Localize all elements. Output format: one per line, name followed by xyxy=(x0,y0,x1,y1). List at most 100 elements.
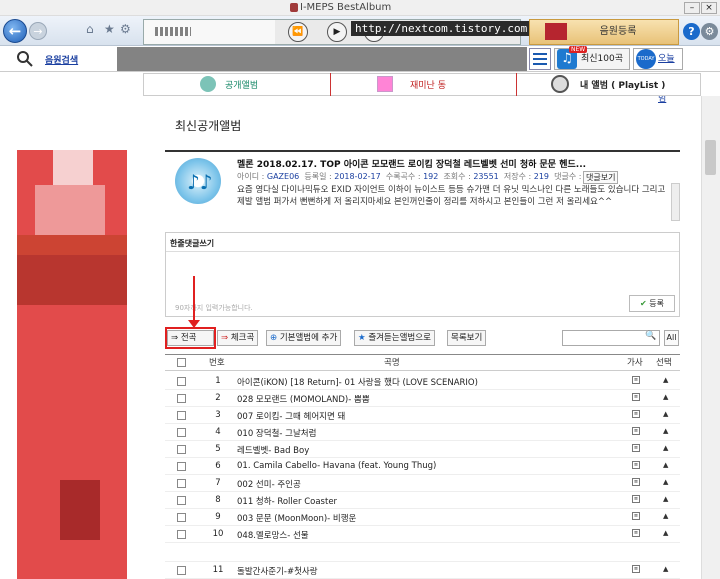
gear-icon[interactable]: ⚙ xyxy=(120,22,131,36)
row-number: 2 xyxy=(215,393,221,403)
song-title[interactable]: 002 선미- 주인공 xyxy=(237,478,301,490)
row-checkbox[interactable] xyxy=(177,496,186,505)
search-icon[interactable]: 🔍 xyxy=(645,331,656,341)
public-album-icon xyxy=(200,76,216,92)
lyrics-icon[interactable]: ≡ xyxy=(632,495,640,503)
meta-saves-label: 저장수 xyxy=(503,172,526,181)
list-view-button[interactable]: 목록보기 xyxy=(447,330,487,346)
add-default-album-button[interactable]: ⊕ 기본앨범에 추가 xyxy=(266,330,342,346)
row-number: 11 xyxy=(212,565,224,575)
lyrics-icon[interactable]: ≡ xyxy=(632,478,640,486)
all-button[interactable]: All xyxy=(664,330,679,346)
header-number: 번호 xyxy=(209,358,225,368)
row-checkbox[interactable] xyxy=(177,566,186,575)
help-icon[interactable]: ? xyxy=(683,23,700,40)
add-favorite-button[interactable]: ★ 즐겨듣는앨범으로 xyxy=(354,330,435,346)
register-icon xyxy=(545,23,567,40)
row-checkbox[interactable] xyxy=(177,394,186,403)
meta-id: GAZE06 xyxy=(266,172,300,181)
song-title[interactable]: 돌발간사준기-#첫사랑 xyxy=(237,565,318,577)
lyrics-icon[interactable]: ≡ xyxy=(632,565,640,573)
song-title[interactable]: 레드벨벳- Bad Boy xyxy=(237,444,309,456)
lyrics-icon[interactable]: ≡ xyxy=(632,444,640,452)
lyrics-icon[interactable]: ≡ xyxy=(632,376,640,384)
select-arrow-icon[interactable]: ▲ xyxy=(663,529,668,537)
row-checkbox[interactable] xyxy=(177,445,186,454)
song-title[interactable]: 아이콘(iKON) [18 Return]- 01 사랑을 했다 (LOVE S… xyxy=(237,376,478,388)
row-checkbox[interactable] xyxy=(177,462,186,471)
table-header xyxy=(165,354,680,371)
forward-button[interactable]: → xyxy=(29,22,47,40)
star-icon: ★ xyxy=(358,333,366,343)
description-scrollbar[interactable] xyxy=(671,183,680,221)
row-checkbox[interactable] xyxy=(177,377,186,386)
lyrics-icon[interactable]: ≡ xyxy=(632,529,640,537)
row-number: 10 xyxy=(212,529,224,539)
song-title[interactable]: 007 로이킴- 그때 헤어지면 돼 xyxy=(237,410,345,422)
row-number: 7 xyxy=(215,478,221,488)
app-icon xyxy=(290,3,298,12)
lyrics-icon[interactable]: ≡ xyxy=(632,461,640,469)
lyrics-icon[interactable]: ≡ xyxy=(632,393,640,401)
settings-icon[interactable]: ⚙ xyxy=(701,23,718,40)
nav-public-album[interactable]: 공개앨범 xyxy=(225,78,258,91)
minimize-button[interactable]: – xyxy=(684,2,700,14)
select-arrow-icon[interactable]: ▲ xyxy=(663,444,668,452)
row-number: 5 xyxy=(215,444,221,454)
lyrics-icon[interactable]: ≡ xyxy=(632,427,640,435)
music-search-link[interactable]: 음원검색 xyxy=(45,53,78,66)
back-button[interactable]: ← xyxy=(3,19,27,43)
song-title[interactable]: 028 모모랜드 (MOMOLAND)- 뿜뿜 xyxy=(237,393,370,405)
ad-pixel-block xyxy=(60,480,100,540)
play-checked-button[interactable]: ⇒ 체크곡 xyxy=(217,330,259,346)
header-song: 곡명 xyxy=(384,358,400,368)
select-arrow-icon[interactable]: ▲ xyxy=(663,427,668,435)
row-checkbox[interactable] xyxy=(177,513,186,522)
scrollbar-thumb[interactable] xyxy=(705,140,716,175)
row-checkbox[interactable] xyxy=(177,479,186,488)
new-badge: NEW xyxy=(569,46,588,53)
prev-button[interactable]: ⏪ xyxy=(288,22,308,42)
select-arrow-icon[interactable]: ▲ xyxy=(663,461,668,469)
select-arrow-icon[interactable]: ▲ xyxy=(663,565,668,573)
row-checkbox[interactable] xyxy=(177,428,186,437)
comment-submit-button[interactable]: ✔ 등록 xyxy=(629,295,675,312)
nav-my-album[interactable]: 내 앨범 ( PlayList ) xyxy=(580,78,665,91)
select-arrow-icon[interactable]: ▲ xyxy=(663,495,668,503)
comment-title: 한줄댓글쓰기 xyxy=(170,239,215,248)
star-icon[interactable]: ★ xyxy=(104,22,115,36)
lyrics-icon[interactable]: ≡ xyxy=(632,410,640,418)
search-icon[interactable] xyxy=(16,50,34,68)
close-button[interactable]: × xyxy=(701,2,717,14)
comment-divider xyxy=(166,251,679,252)
ad-pixel-block xyxy=(53,150,93,185)
select-arrow-icon[interactable]: ▲ xyxy=(663,393,668,401)
comment-view-button[interactable]: 댓글보기 xyxy=(583,171,619,184)
lyrics-icon[interactable]: ≡ xyxy=(632,512,640,520)
playlist-icon[interactable] xyxy=(529,48,551,70)
select-arrow-icon[interactable]: ▲ xyxy=(663,512,668,520)
song-title[interactable]: 01. Camila Cabello- Havana (feat. Young … xyxy=(237,461,436,471)
nav-divider xyxy=(516,73,517,96)
song-title[interactable]: 011 청하- Roller Coaster xyxy=(237,495,337,507)
select-arrow-icon[interactable]: ▲ xyxy=(663,376,668,384)
song-title[interactable]: 003 문문 (MoonMoon)- 비행운 xyxy=(237,512,356,524)
add-icon: ⊕ xyxy=(270,333,278,343)
select-arrow-icon[interactable]: ▲ xyxy=(663,478,668,486)
song-title[interactable]: 048.멜로망스- 선물 xyxy=(237,529,309,541)
meta-comments-label: 댓글수 xyxy=(554,172,577,181)
song-title[interactable]: 010 장덕철- 그날처럼 xyxy=(237,427,316,439)
nav-recent[interactable]: 재미난 동 xyxy=(410,78,446,91)
row-checkbox[interactable] xyxy=(177,530,186,539)
play-button[interactable]: ▶ xyxy=(327,22,347,42)
red-arrow-shaft xyxy=(193,276,195,324)
select-arrow-icon[interactable]: ▲ xyxy=(663,410,668,418)
select-all-checkbox[interactable] xyxy=(177,358,186,367)
home-icon[interactable]: ⌂ xyxy=(86,22,94,36)
comment-submit-label: 등록 xyxy=(649,299,664,308)
row-checkbox[interactable] xyxy=(177,411,186,420)
meta-count-label: 수록곡수 xyxy=(385,172,416,181)
arrow-icon: ⇒ xyxy=(221,333,229,343)
table-gap xyxy=(165,544,680,562)
music-note-icon: ♪♪ xyxy=(187,170,213,194)
